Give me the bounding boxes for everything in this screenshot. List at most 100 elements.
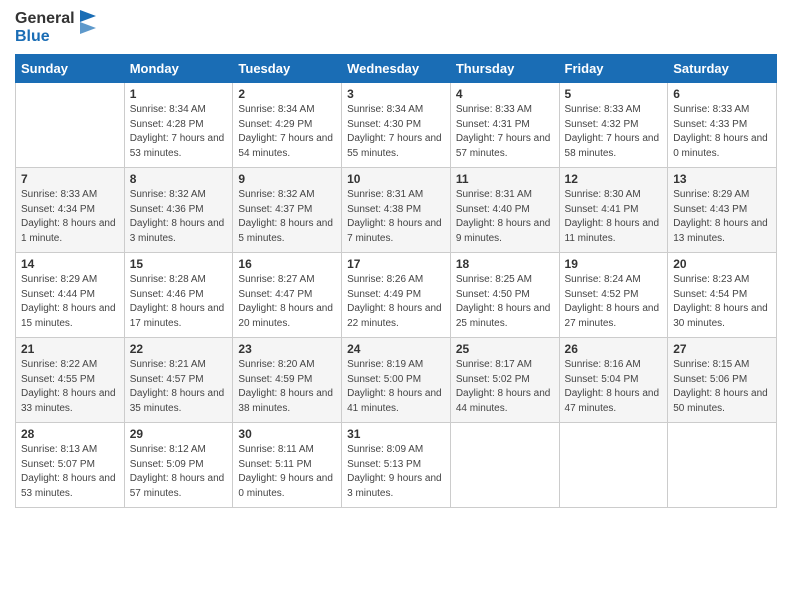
day-number: 2 (238, 87, 336, 101)
day-info: Sunrise: 8:34 AMSunset: 4:29 PMDaylight:… (238, 103, 336, 161)
day-info: Sunrise: 8:32 AMSunset: 4:37 PMDaylight:… (238, 188, 336, 246)
calendar-cell: 17Sunrise: 8:26 AMSunset: 4:49 PMDayligh… (342, 253, 451, 338)
day-number: 19 (565, 257, 663, 271)
day-number: 18 (456, 257, 554, 271)
calendar-cell: 15 Sunrise: 8:28 AMSunset: 4:46 PMDayligh… (124, 253, 233, 338)
day-info: Sunrise: 8:13 AMSunset: 5:07 PMDaylight:… (21, 443, 119, 501)
week-row-5: 28 Sunrise: 8:13 AMSunset: 5:07 PMDayligh… (16, 423, 777, 508)
day-number: 15 (130, 257, 228, 271)
calendar-cell: 26 Sunrise: 8:16 AMSunset: 5:04 PMDayligh… (559, 338, 668, 423)
calendar-cell: 21 Sunrise: 8:22 AMSunset: 4:55 PMDayligh… (16, 338, 125, 423)
day-info: Sunrise: 8:33 AMSunset: 4:34 PMDaylight:… (21, 188, 119, 246)
weekday-header-sunday: Sunday (16, 55, 125, 83)
logo-flag-icon (78, 10, 98, 46)
calendar-cell: 25 Sunrise: 8:17 AMSunset: 5:02 PMDayligh… (450, 338, 559, 423)
calendar-cell: 3 Sunrise: 8:34 AMSunset: 4:30 PMDaylight… (342, 83, 451, 168)
calendar-cell: 5 Sunrise: 8:33 AMSunset: 4:32 PMDaylight… (559, 83, 668, 168)
calendar-cell: 12Sunrise: 8:30 AMSunset: 4:41 PMDayligh… (559, 168, 668, 253)
calendar-header: SundayMondayTuesdayWednesdayThursdayFrid… (16, 55, 777, 83)
calendar-table: SundayMondayTuesdayWednesdayThursdayFrid… (15, 54, 777, 508)
week-row-2: 7 Sunrise: 8:33 AMSunset: 4:34 PMDaylight… (16, 168, 777, 253)
calendar-cell (559, 423, 668, 508)
calendar-cell: 30Sunrise: 8:11 AMSunset: 5:11 PMDayligh… (233, 423, 342, 508)
day-number: 22 (130, 342, 228, 356)
day-number: 13 (673, 172, 771, 186)
calendar-cell (668, 423, 777, 508)
calendar-cell: 9 Sunrise: 8:32 AMSunset: 4:37 PMDaylight… (233, 168, 342, 253)
day-info: Sunrise: 8:31 AMSunset: 4:38 PMDaylight:… (347, 188, 445, 246)
weekday-header-friday: Friday (559, 55, 668, 83)
calendar-cell: 8Sunrise: 8:32 AMSunset: 4:36 PMDaylight… (124, 168, 233, 253)
day-info: Sunrise: 8:17 AMSunset: 5:02 PMDaylight:… (456, 358, 554, 416)
day-info: Sunrise: 8:16 AMSunset: 5:04 PMDaylight:… (565, 358, 663, 416)
day-number: 10 (347, 172, 445, 186)
day-number: 5 (565, 87, 663, 101)
day-number: 25 (456, 342, 554, 356)
day-number: 6 (673, 87, 771, 101)
day-info: Sunrise: 8:24 AMSunset: 4:52 PMDaylight:… (565, 273, 663, 331)
calendar-body: 1Sunrise: 8:34 AMSunset: 4:28 PMDaylight… (16, 83, 777, 508)
calendar-cell: 16 Sunrise: 8:27 AMSunset: 4:47 PMDayligh… (233, 253, 342, 338)
week-row-1: 1Sunrise: 8:34 AMSunset: 4:28 PMDaylight… (16, 83, 777, 168)
day-number: 21 (21, 342, 119, 356)
weekday-header-wednesday: Wednesday (342, 55, 451, 83)
weekday-header-monday: Monday (124, 55, 233, 83)
day-info: Sunrise: 8:29 AMSunset: 4:43 PMDaylight:… (673, 188, 771, 246)
day-info: Sunrise: 8:20 AMSunset: 4:59 PMDaylight:… (238, 358, 336, 416)
calendar-cell: 7 Sunrise: 8:33 AMSunset: 4:34 PMDaylight… (16, 168, 125, 253)
week-row-3: 14Sunrise: 8:29 AMSunset: 4:44 PMDayligh… (16, 253, 777, 338)
week-row-4: 21 Sunrise: 8:22 AMSunset: 4:55 PMDayligh… (16, 338, 777, 423)
day-number: 31 (347, 427, 445, 441)
day-number: 14 (21, 257, 119, 271)
day-info: Sunrise: 8:15 AMSunset: 5:06 PMDaylight:… (673, 358, 771, 416)
calendar-cell: 24Sunrise: 8:19 AMSunset: 5:00 PMDayligh… (342, 338, 451, 423)
calendar-cell: 22Sunrise: 8:21 AMSunset: 4:57 PMDayligh… (124, 338, 233, 423)
day-number: 28 (21, 427, 119, 441)
day-info: Sunrise: 8:33 AMSunset: 4:32 PMDaylight:… (565, 103, 663, 161)
weekday-header-row: SundayMondayTuesdayWednesdayThursdayFrid… (16, 55, 777, 83)
calendar-cell: 10 Sunrise: 8:31 AMSunset: 4:38 PMDayligh… (342, 168, 451, 253)
day-info: Sunrise: 8:22 AMSunset: 4:55 PMDaylight:… (21, 358, 119, 416)
day-info: Sunrise: 8:28 AMSunset: 4:46 PMDaylight:… (130, 273, 228, 331)
calendar-cell: 27 Sunrise: 8:15 AMSunset: 5:06 PMDayligh… (668, 338, 777, 423)
day-info: Sunrise: 8:11 AMSunset: 5:11 PMDaylight:… (238, 443, 336, 501)
day-number: 9 (238, 172, 336, 186)
day-number: 17 (347, 257, 445, 271)
calendar-cell: 28 Sunrise: 8:13 AMSunset: 5:07 PMDayligh… (16, 423, 125, 508)
calendar-cell: 1Sunrise: 8:34 AMSunset: 4:28 PMDaylight… (124, 83, 233, 168)
day-info: Sunrise: 8:27 AMSunset: 4:47 PMDaylight:… (238, 273, 336, 331)
calendar-cell: 6 Sunrise: 8:33 AMSunset: 4:33 PMDaylight… (668, 83, 777, 168)
logo: General Blue (15, 10, 98, 46)
day-info: Sunrise: 8:33 AMSunset: 4:33 PMDaylight:… (673, 103, 771, 161)
weekday-header-saturday: Saturday (668, 55, 777, 83)
day-number: 24 (347, 342, 445, 356)
day-number: 27 (673, 342, 771, 356)
day-info: Sunrise: 8:09 AMSunset: 5:13 PMDaylight:… (347, 443, 445, 501)
weekday-header-tuesday: Tuesday (233, 55, 342, 83)
calendar-cell: 4 Sunrise: 8:33 AMSunset: 4:31 PMDaylight… (450, 83, 559, 168)
day-number: 20 (673, 257, 771, 271)
day-info: Sunrise: 8:12 AMSunset: 5:09 PMDaylight:… (130, 443, 228, 501)
day-info: Sunrise: 8:25 AMSunset: 4:50 PMDaylight:… (456, 273, 554, 331)
day-number: 16 (238, 257, 336, 271)
day-info: Sunrise: 8:33 AMSunset: 4:31 PMDaylight:… (456, 103, 554, 161)
day-number: 12 (565, 172, 663, 186)
day-number: 3 (347, 87, 445, 101)
calendar-cell: 14Sunrise: 8:29 AMSunset: 4:44 PMDayligh… (16, 253, 125, 338)
day-number: 11 (456, 172, 554, 186)
day-info: Sunrise: 8:34 AMSunset: 4:30 PMDaylight:… (347, 103, 445, 161)
day-number: 7 (21, 172, 119, 186)
day-number: 4 (456, 87, 554, 101)
calendar-cell: 19 Sunrise: 8:24 AMSunset: 4:52 PMDayligh… (559, 253, 668, 338)
day-number: 26 (565, 342, 663, 356)
page-header: General Blue (15, 10, 777, 46)
day-number: 23 (238, 342, 336, 356)
calendar-cell: 29 Sunrise: 8:12 AMSunset: 5:09 PMDayligh… (124, 423, 233, 508)
day-info: Sunrise: 8:23 AMSunset: 4:54 PMDaylight:… (673, 273, 771, 331)
day-info: Sunrise: 8:34 AMSunset: 4:28 PMDaylight:… (130, 103, 228, 161)
day-number: 8 (130, 172, 228, 186)
calendar-cell: 20 Sunrise: 8:23 AMSunset: 4:54 PMDayligh… (668, 253, 777, 338)
day-number: 29 (130, 427, 228, 441)
day-info: Sunrise: 8:31 AMSunset: 4:40 PMDaylight:… (456, 188, 554, 246)
weekday-header-thursday: Thursday (450, 55, 559, 83)
